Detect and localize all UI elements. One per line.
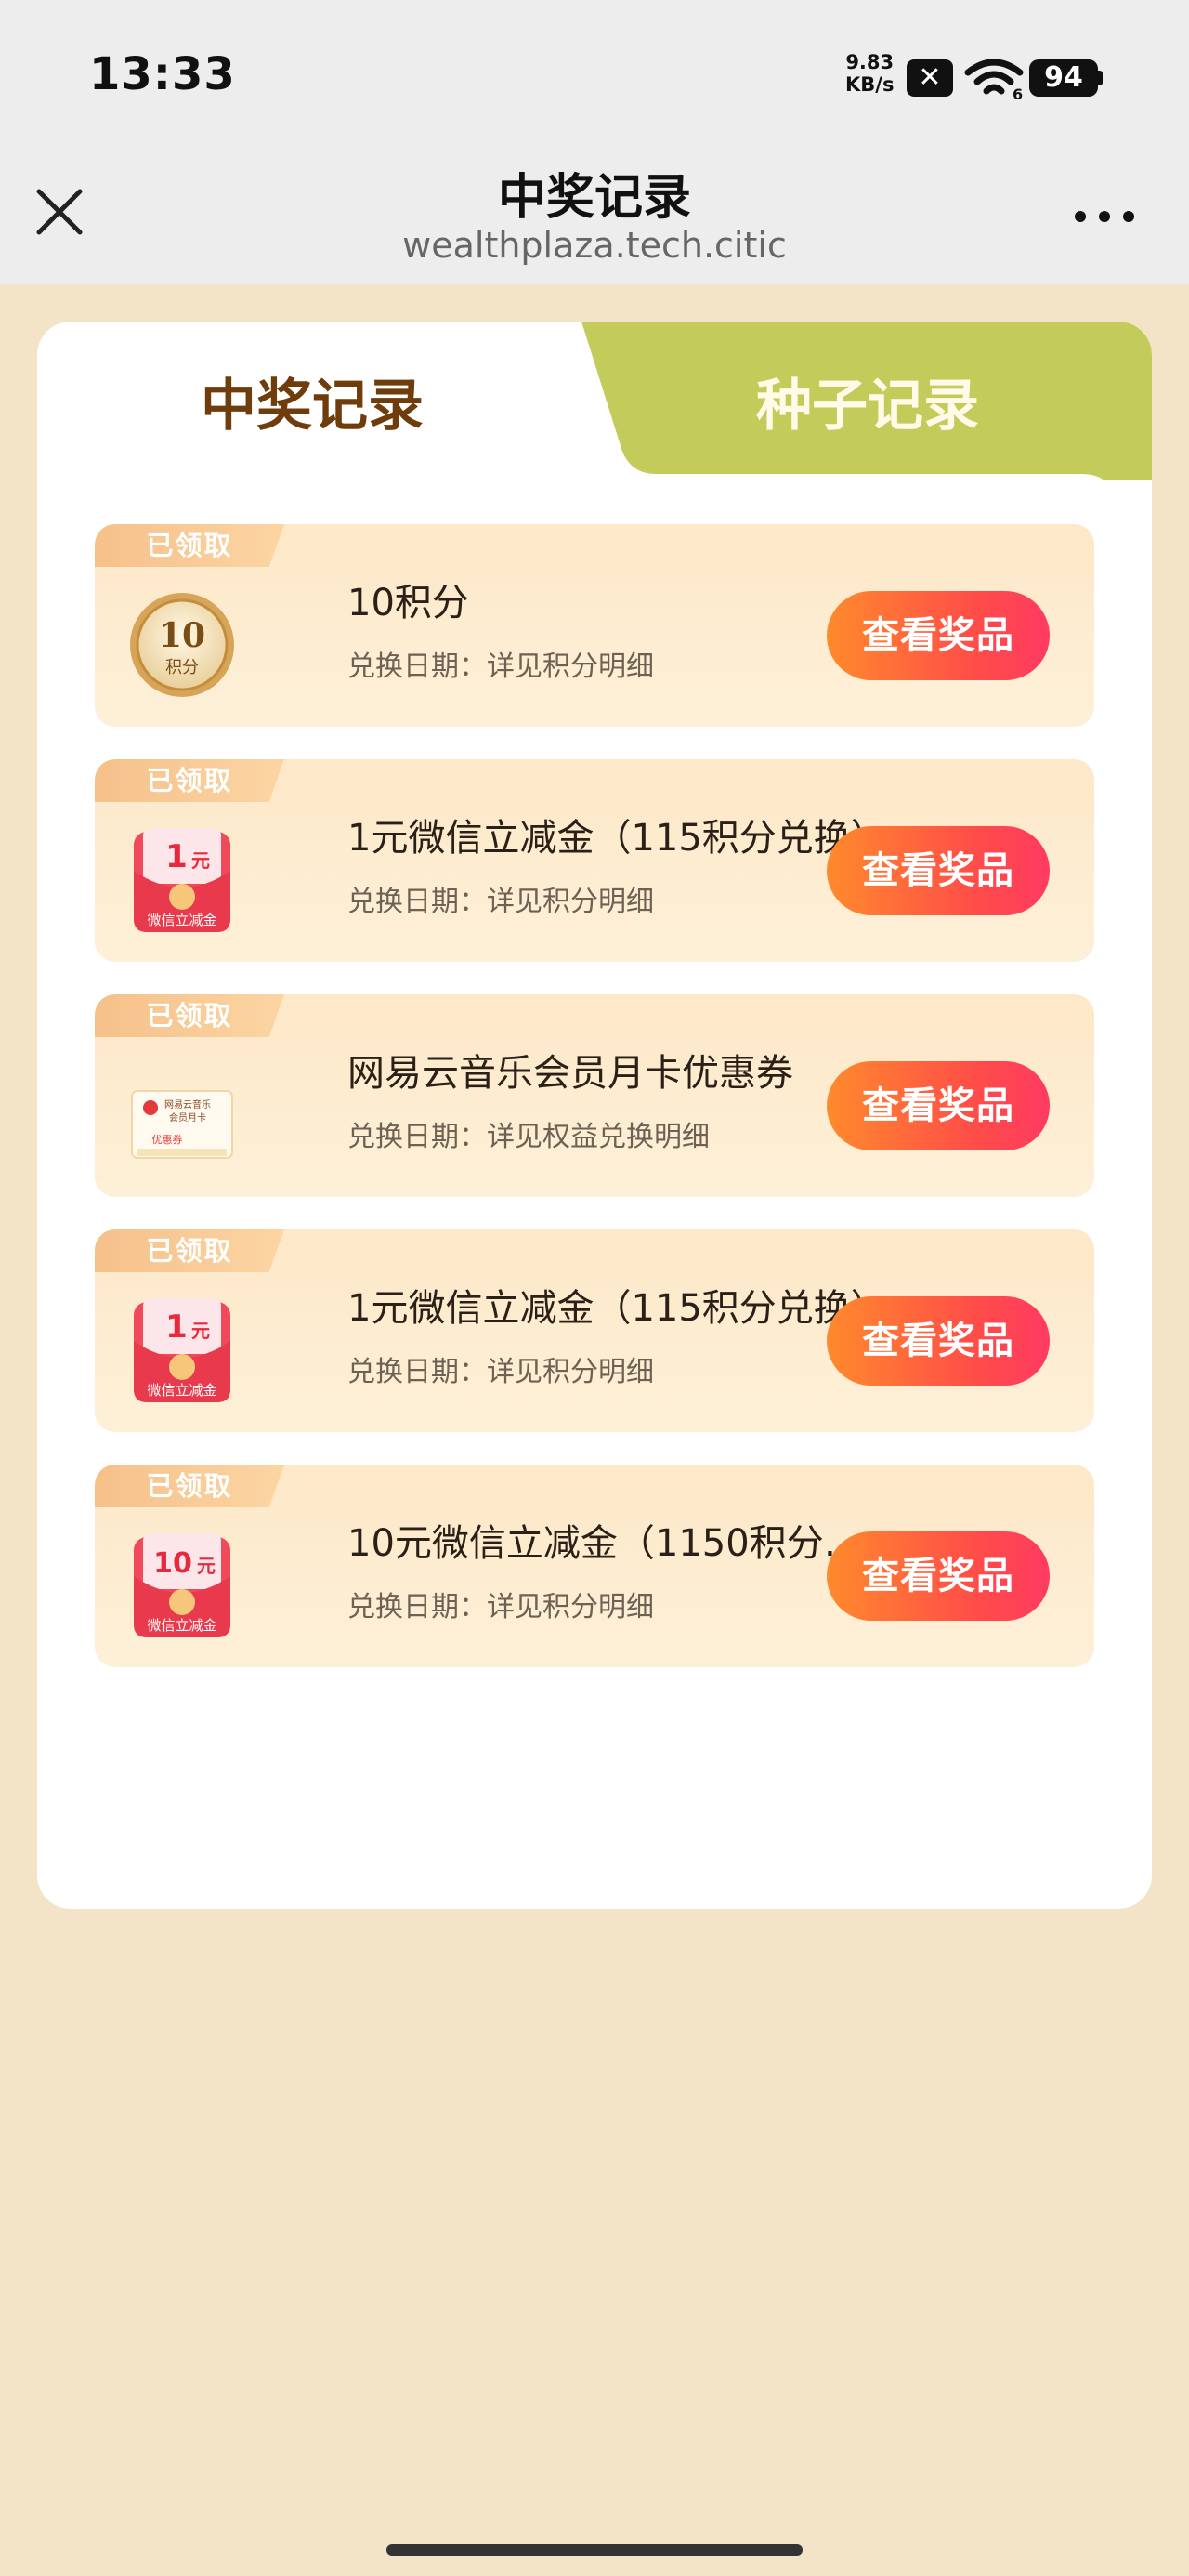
record-date: 兑换日期：详见积分明细 <box>347 1591 654 1623</box>
no-sim-icon: ✕ <box>907 59 953 97</box>
record-title: 网易云音乐会员月卡优惠券 <box>347 1052 793 1095</box>
network-speed-value: 9.83 <box>845 51 895 73</box>
list-item: 已领取 10 积分 10积分 兑换日期：详见积分明细 查看奖品 <box>95 524 1094 727</box>
netease-music-coupon-icon: 网易云音乐 会员月卡 优惠券 <box>131 1090 233 1159</box>
view-prize-button[interactable]: 查看奖品 <box>827 826 1050 915</box>
status-badge: 已领取 <box>95 1465 284 1507</box>
wifi-icon: 6 <box>964 59 1024 100</box>
list-item: 已领取 1 元 微信立减金 1元微信立减金（115积分兑换） 兑换日期：详见积分… <box>95 759 1094 962</box>
svg-text:10: 10 <box>159 616 205 655</box>
coin-10-points-icon: 10 积分 <box>130 593 234 697</box>
home-indicator[interactable] <box>386 2544 803 2556</box>
records-list: 已领取 10 积分 10积分 兑换日期：详见积分明细 查看奖品 已领取 1 元 … <box>95 524 1094 1700</box>
record-date: 兑换日期：详见积分明细 <box>347 886 654 918</box>
nav-bar: 中奖记录 wealthplaza.tech.citic <box>0 149 1189 284</box>
battery-indicator: 94 <box>1029 59 1098 97</box>
status-time: 13:33 <box>89 48 236 100</box>
svg-text:网易云音乐: 网易云音乐 <box>164 1098 211 1111</box>
svg-text:元: 元 <box>191 849 210 872</box>
svg-text:元: 元 <box>197 1555 216 1577</box>
network-speed-unit: KB/s <box>845 73 895 96</box>
tab-seed-records[interactable]: 种子记录 <box>756 361 979 441</box>
svg-text:会员月卡: 会员月卡 <box>169 1111 206 1124</box>
svg-text:元: 元 <box>191 1320 210 1342</box>
status-bar: 13:33 9.83 KB/s ✕ 6 94 <box>0 0 1189 149</box>
page-url: wealthplaza.tech.citic <box>402 225 787 266</box>
page-title: 中奖记录 <box>497 170 691 226</box>
record-title: 1元微信立减金（115积分兑换） <box>347 817 888 860</box>
status-badge: 已领取 <box>95 524 284 567</box>
records-card: 中奖记录 种子记录 已领取 10 积分 10积分 兑换日期：详见积分明细 查看奖… <box>37 322 1152 1909</box>
record-title: 1元微信立减金（115积分兑换） <box>347 1287 888 1330</box>
record-title: 10元微信立减金（1150积分兑… <box>347 1522 895 1565</box>
svg-text:微信立减金: 微信立减金 <box>147 1617 216 1634</box>
view-prize-button[interactable]: 查看奖品 <box>827 1531 1050 1621</box>
record-date: 兑换日期：详见权益兑换明细 <box>347 1121 710 1153</box>
list-item: 已领取 1 元 微信立减金 1元微信立减金（115积分兑换） 兑换日期：详见积分… <box>95 1229 1094 1432</box>
wechat-red-envelope-icon: 1 元 微信立减金 <box>134 828 230 932</box>
record-title: 10积分 <box>347 582 469 624</box>
tab-prize-records[interactable]: 中奖记录 <box>201 361 424 441</box>
svg-text:1: 1 <box>165 838 188 875</box>
svg-text:1: 1 <box>165 1308 188 1346</box>
list-item: 已领取 网易云音乐 会员月卡 优惠券 网易云音乐会员月卡优惠券 兑换日期：详见权… <box>95 994 1094 1197</box>
view-prize-button[interactable]: 查看奖品 <box>827 1061 1050 1150</box>
status-badge: 已领取 <box>95 1229 284 1272</box>
svg-text:10: 10 <box>153 1547 192 1580</box>
view-prize-button[interactable]: 查看奖品 <box>827 1296 1050 1386</box>
svg-text:积分: 积分 <box>165 658 199 677</box>
record-date: 兑换日期：详见积分明细 <box>347 1356 654 1388</box>
wechat-red-envelope-icon: 10 元 微信立减金 <box>134 1533 230 1637</box>
more-options-icon[interactable] <box>1068 203 1143 230</box>
view-prize-button[interactable]: 查看奖品 <box>827 591 1050 680</box>
battery-tip <box>1098 71 1103 85</box>
network-speed: 9.83 KB/s <box>845 51 894 96</box>
wechat-red-envelope-icon: 1 元 微信立减金 <box>134 1298 230 1402</box>
status-badge: 已领取 <box>95 759 284 802</box>
svg-text:微信立减金: 微信立减金 <box>147 912 216 928</box>
list-item: 已领取 10 元 微信立减金 10元微信立减金（1150积分兑… 兑换日期：详见… <box>95 1465 1094 1667</box>
svg-text:微信立减金: 微信立减金 <box>147 1382 216 1399</box>
record-date: 兑换日期：详见积分明细 <box>347 651 654 683</box>
wifi-badge: 6 <box>1013 85 1023 100</box>
svg-text:优惠券: 优惠券 <box>152 1133 183 1146</box>
status-badge: 已领取 <box>95 994 284 1037</box>
